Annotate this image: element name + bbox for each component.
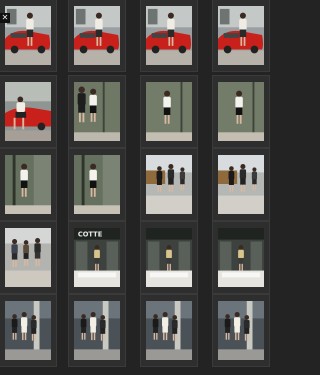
photo-image: [5, 301, 51, 360]
photo-thumbnail[interactable]: COTTE: [68, 221, 126, 294]
photo-thumbnail[interactable]: [0, 148, 57, 221]
photo-image: [146, 155, 192, 214]
photo-image: [218, 228, 264, 287]
photo-thumbnail[interactable]: [0, 0, 57, 72]
photo-thumbnail[interactable]: [0, 75, 57, 148]
photo-image: [74, 301, 120, 360]
photo-image: [146, 6, 192, 65]
photo-thumbnail[interactable]: [140, 148, 198, 221]
photo-grid: ✕ COTTE: [0, 0, 270, 375]
photo-image: COTTE: [74, 228, 120, 287]
photo-thumbnail[interactable]: [140, 221, 198, 294]
photo-thumbnail[interactable]: [140, 0, 198, 72]
photo-thumbnail[interactable]: [0, 221, 57, 294]
photo-image: [218, 82, 264, 141]
photo-thumbnail[interactable]: [140, 294, 198, 367]
photo-thumbnail[interactable]: [212, 221, 270, 294]
photo-thumbnail[interactable]: [68, 294, 126, 367]
photo-thumbnail[interactable]: [212, 294, 270, 367]
photo-image: [74, 155, 120, 214]
photo-image: [146, 301, 192, 360]
photo-thumbnail[interactable]: [68, 75, 126, 148]
photo-image: [5, 228, 51, 287]
photo-thumbnail[interactable]: [212, 0, 270, 72]
photo-thumbnail[interactable]: [68, 148, 126, 221]
photo-image: [74, 82, 120, 141]
photo-image: [218, 155, 264, 214]
photo-image: [5, 82, 51, 141]
photo-image: [218, 301, 264, 360]
photo-thumbnail[interactable]: [212, 148, 270, 221]
close-icon[interactable]: ✕: [0, 13, 10, 23]
photo-thumbnail[interactable]: [0, 294, 57, 367]
photo-image: [146, 228, 192, 287]
photo-image: [5, 6, 51, 65]
photo-image: [5, 155, 51, 214]
store-sign: COTTE: [78, 231, 103, 239]
photo-thumbnail[interactable]: [212, 75, 270, 148]
photo-thumbnail[interactable]: [140, 75, 198, 148]
photo-image: [74, 6, 120, 65]
photo-image: [218, 6, 264, 65]
photo-thumbnail[interactable]: [68, 0, 126, 72]
photo-image: [146, 82, 192, 141]
